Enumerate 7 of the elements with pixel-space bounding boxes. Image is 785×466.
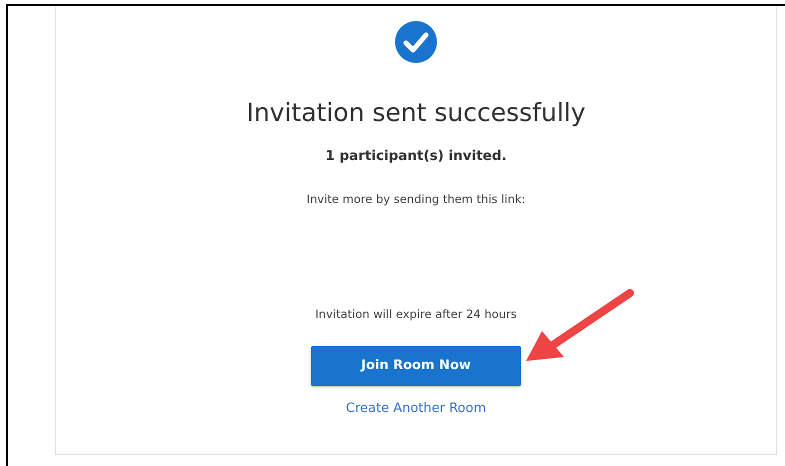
check-icon (395, 21, 437, 63)
join-button[interactable]: Join Room Now (311, 346, 521, 386)
create-room-link[interactable]: Create Another Room (346, 398, 486, 418)
expiry-note: Invitation will expire after 24 hours (315, 306, 517, 322)
dialog-title: Invitation sent successfully (246, 97, 586, 129)
invite-hint: Invite more by sending them this link: (306, 191, 526, 208)
summary-text: 1 participant(s) invited. (325, 147, 507, 166)
